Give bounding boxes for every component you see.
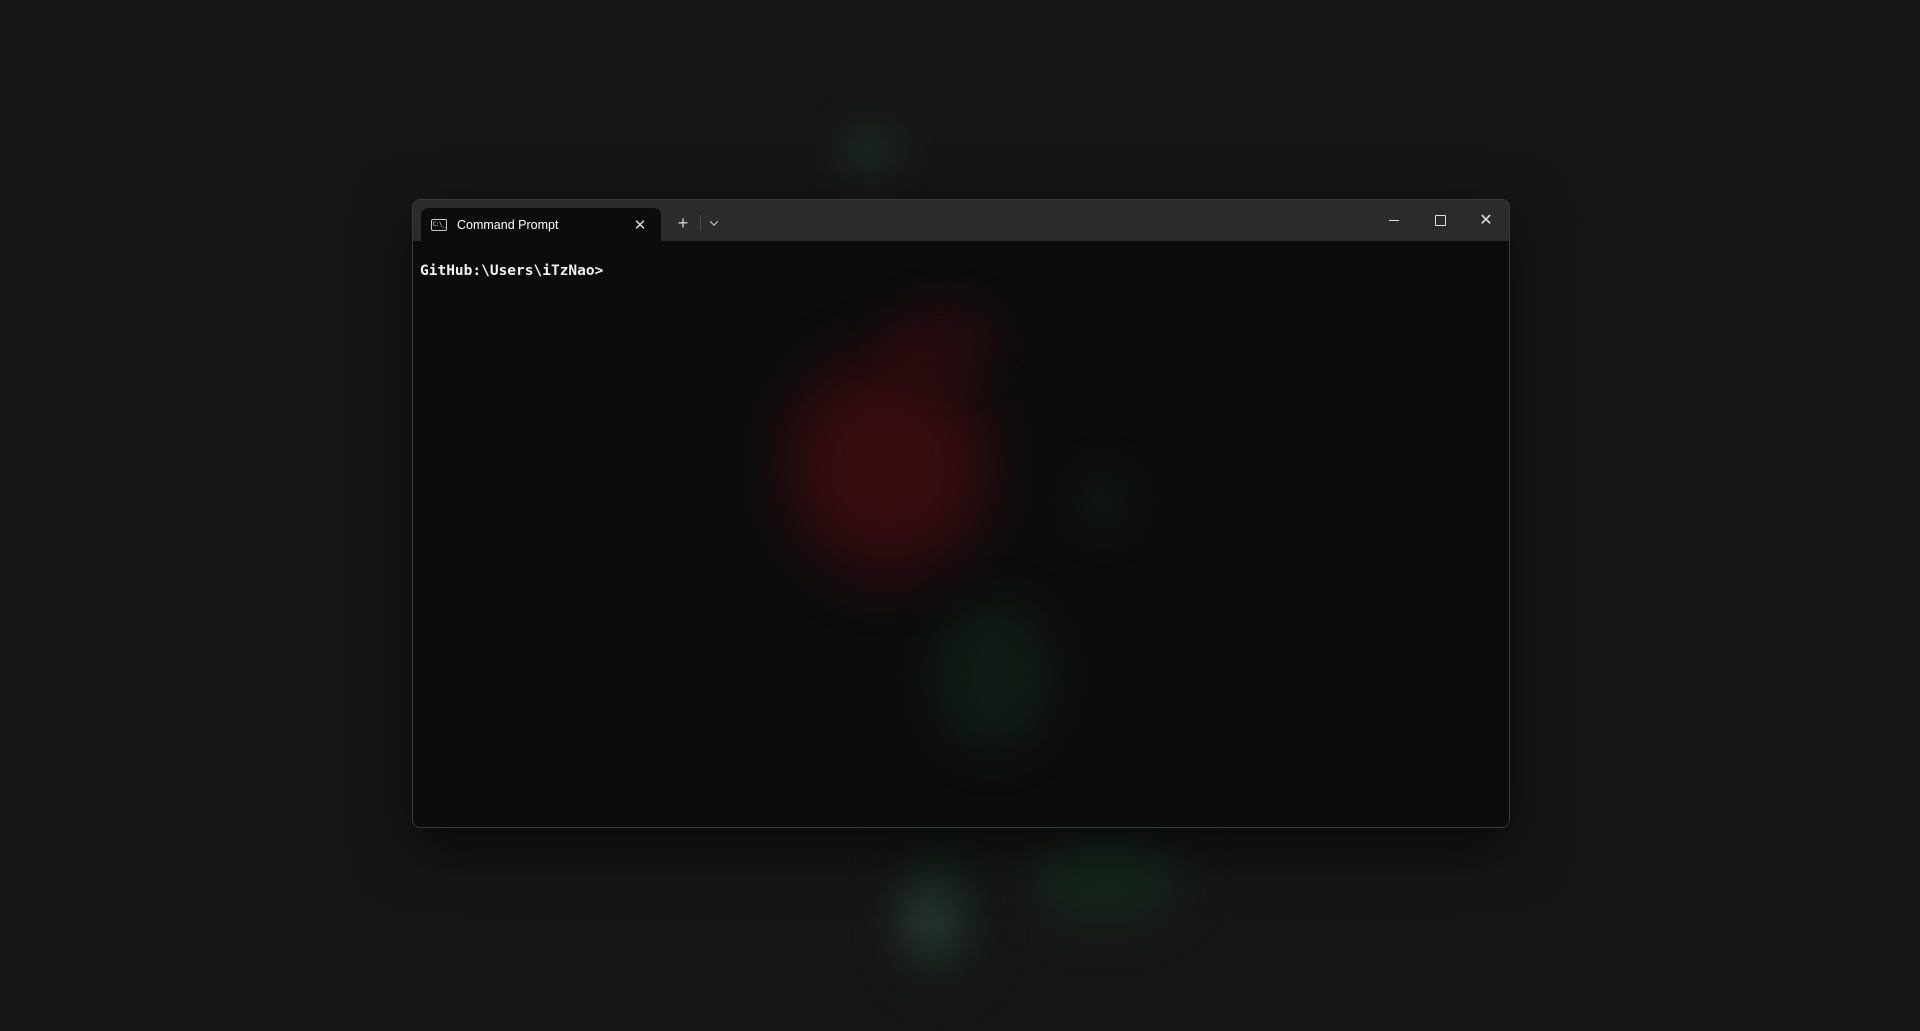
terminal-content[interactable]: GitHub:\Users\iTzNao>: [413, 241, 1509, 827]
maximize-button[interactable]: [1417, 200, 1463, 241]
wallpaper-leaf-inner: [933, 601, 1053, 751]
minimize-button[interactable]: [1371, 200, 1417, 241]
terminal-window: C:\_ Command Prompt ✕ + ✕ GitHub:\Users\…: [412, 199, 1510, 828]
maximize-icon: [1434, 215, 1446, 226]
close-tab-icon[interactable]: ✕: [629, 214, 651, 236]
wallpaper-leaf: [840, 125, 900, 175]
wallpaper-rose-center: [813, 391, 963, 541]
minimize-icon: [1389, 220, 1399, 221]
close-icon: ✕: [1479, 211, 1493, 229]
command-prompt-line[interactable]: GitHub:\Users\iTzNao>: [420, 263, 603, 279]
close-window-button[interactable]: ✕: [1463, 200, 1509, 241]
cmd-icon-text: C:\_: [432, 220, 446, 228]
desktop: C:\_ Command Prompt ✕ + ✕ GitHub:\Users\…: [0, 0, 1920, 1031]
wallpaper-leaf-side: [1073, 471, 1133, 531]
tab-command-prompt[interactable]: C:\_ Command Prompt ✕: [421, 208, 661, 241]
new-tab-button[interactable]: +: [669, 211, 697, 235]
tab-divider: [700, 215, 701, 231]
tab-dropdown-button[interactable]: [702, 211, 726, 235]
wallpaper-rose-top: [883, 301, 1003, 381]
cmd-icon: C:\_: [431, 218, 447, 231]
wallpaper-leaf-lower: [1030, 830, 1180, 920]
wallpaper-highlight: [900, 880, 960, 960]
chevron-down-icon: [709, 217, 719, 226]
tab-label: Command Prompt: [457, 217, 559, 232]
title-bar[interactable]: C:\_ Command Prompt ✕ + ✕: [413, 200, 1509, 241]
